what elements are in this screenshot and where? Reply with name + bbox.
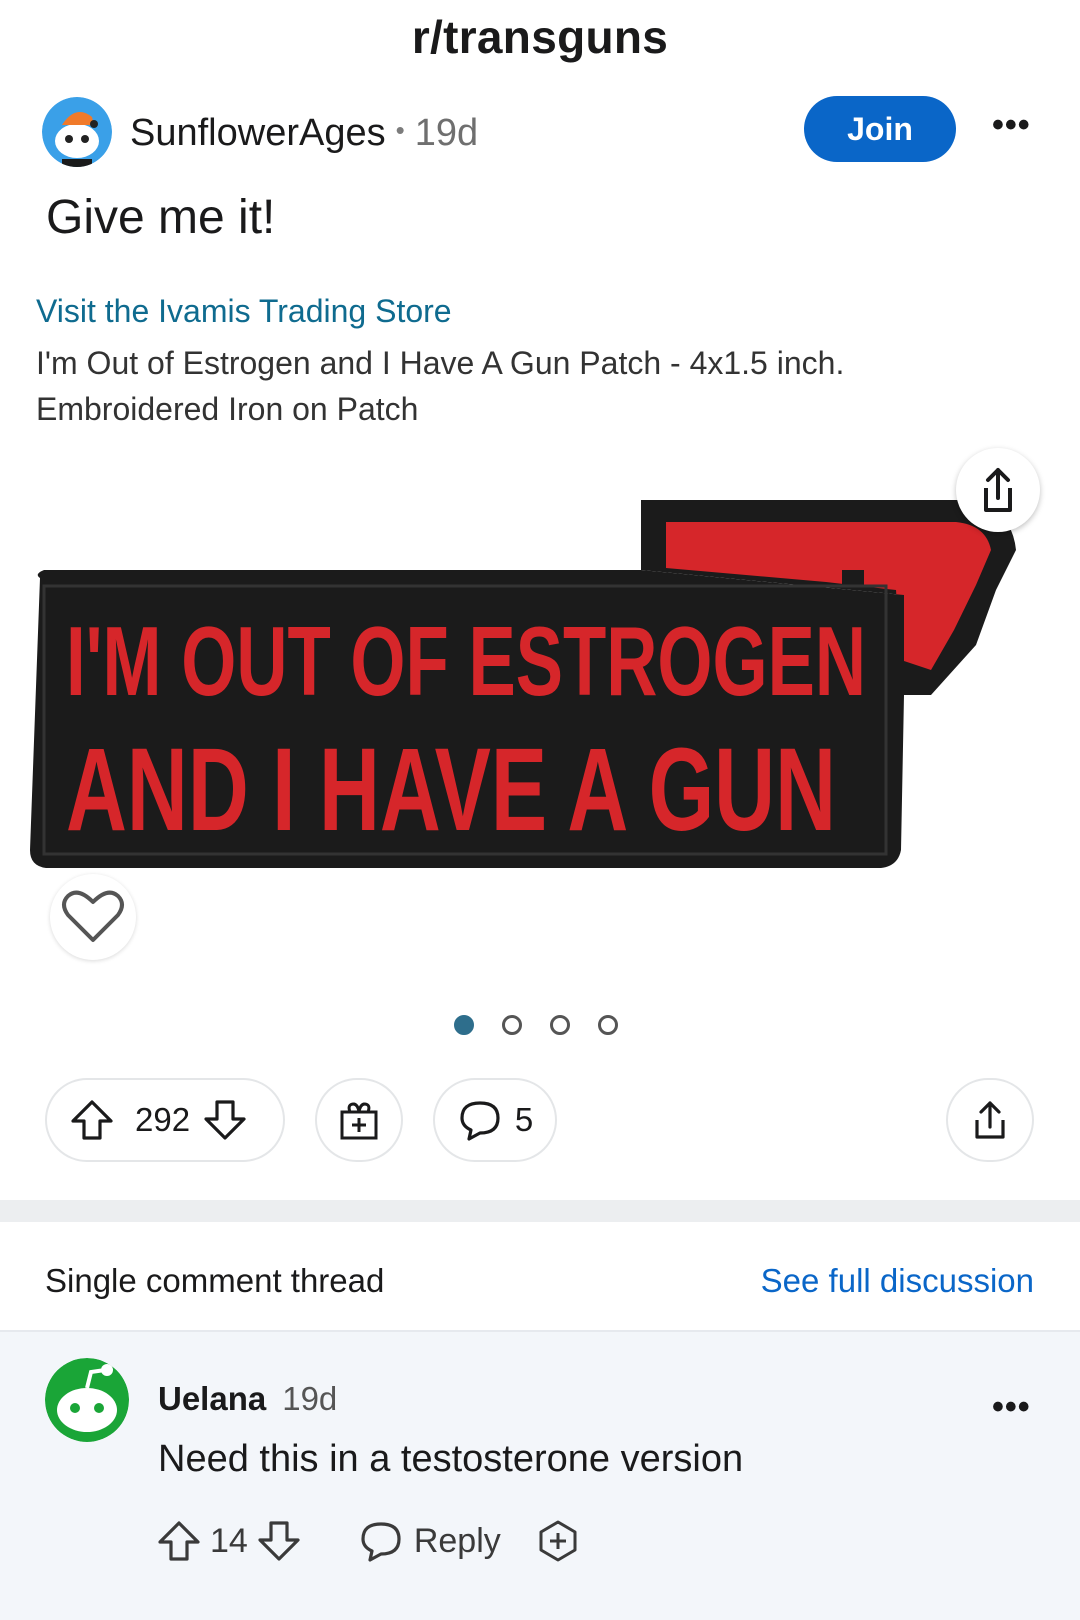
post-author-line: SunflowerAges • 19d [130, 112, 479, 154]
comments-button[interactable]: 5 [433, 1078, 557, 1162]
section-divider [0, 1200, 1080, 1222]
post-score: 292 [135, 1101, 191, 1138]
reply-label: Reply [413, 1521, 501, 1560]
comment-count: 5 [514, 1101, 534, 1138]
carousel-dot[interactable] [598, 1015, 618, 1035]
vote-pill: 292 [45, 1078, 285, 1162]
thread-label: Single comment thread [45, 1262, 385, 1299]
comment-avatar[interactable] [45, 1358, 129, 1442]
upvote-icon[interactable] [156, 1518, 202, 1564]
carousel-dot[interactable] [502, 1015, 522, 1035]
favorite-button[interactable] [50, 874, 136, 960]
comment-score: 14 [210, 1521, 248, 1560]
comment-age: 19d [282, 1380, 338, 1417]
upvote-icon[interactable] [69, 1097, 115, 1143]
award-icon[interactable] [535, 1518, 581, 1564]
downvote-icon[interactable] [202, 1097, 248, 1143]
post-age: 19d [414, 112, 479, 154]
product-title: I'm Out of Estrogen and I Have A Gun Pat… [36, 345, 845, 427]
comment-author[interactable]: Uelana [158, 1380, 266, 1417]
see-full-discussion-link[interactable]: See full discussion [761, 1262, 1034, 1300]
product-image[interactable]: I'M OUT OF ESTROGEN AND I HAVE A GUN [26, 490, 1056, 910]
post-title: Give me it! [46, 191, 276, 244]
reply-icon [361, 1522, 401, 1562]
author-avatar[interactable] [42, 97, 112, 167]
award-button[interactable] [315, 1078, 403, 1162]
join-button[interactable]: Join [804, 96, 956, 162]
comment-body: Need this in a testosterone version [158, 1438, 744, 1480]
carousel-dot[interactable] [550, 1015, 570, 1035]
post-author[interactable]: SunflowerAges [130, 112, 386, 154]
comment-actions: 14 Reply [156, 1518, 581, 1564]
subreddit-title[interactable]: r/transguns [0, 10, 1080, 64]
comment-icon [460, 1101, 500, 1141]
award-icon [340, 1102, 378, 1140]
share-icon [975, 1101, 1005, 1139]
comment-author-line: Uelana 19d [158, 1380, 337, 1418]
image-share-button[interactable] [956, 448, 1040, 532]
share-icon [984, 468, 1012, 512]
heart-icon [62, 890, 124, 942]
store-link[interactable]: Visit the Ivamis Trading Store [36, 293, 452, 330]
carousel-dot[interactable] [454, 1015, 474, 1035]
patch-line2: AND I HAVE A GUN [66, 724, 836, 856]
more-icon[interactable]: ••• [992, 106, 1031, 145]
comment-more-icon[interactable]: ••• [992, 1388, 1031, 1427]
downvote-icon[interactable] [256, 1518, 302, 1564]
reply-button[interactable]: Reply [358, 1518, 501, 1564]
carousel-indicator[interactable] [454, 1015, 646, 1040]
share-button[interactable] [946, 1078, 1034, 1162]
patch-line1: I'M OUT OF ESTROGEN [66, 606, 866, 716]
